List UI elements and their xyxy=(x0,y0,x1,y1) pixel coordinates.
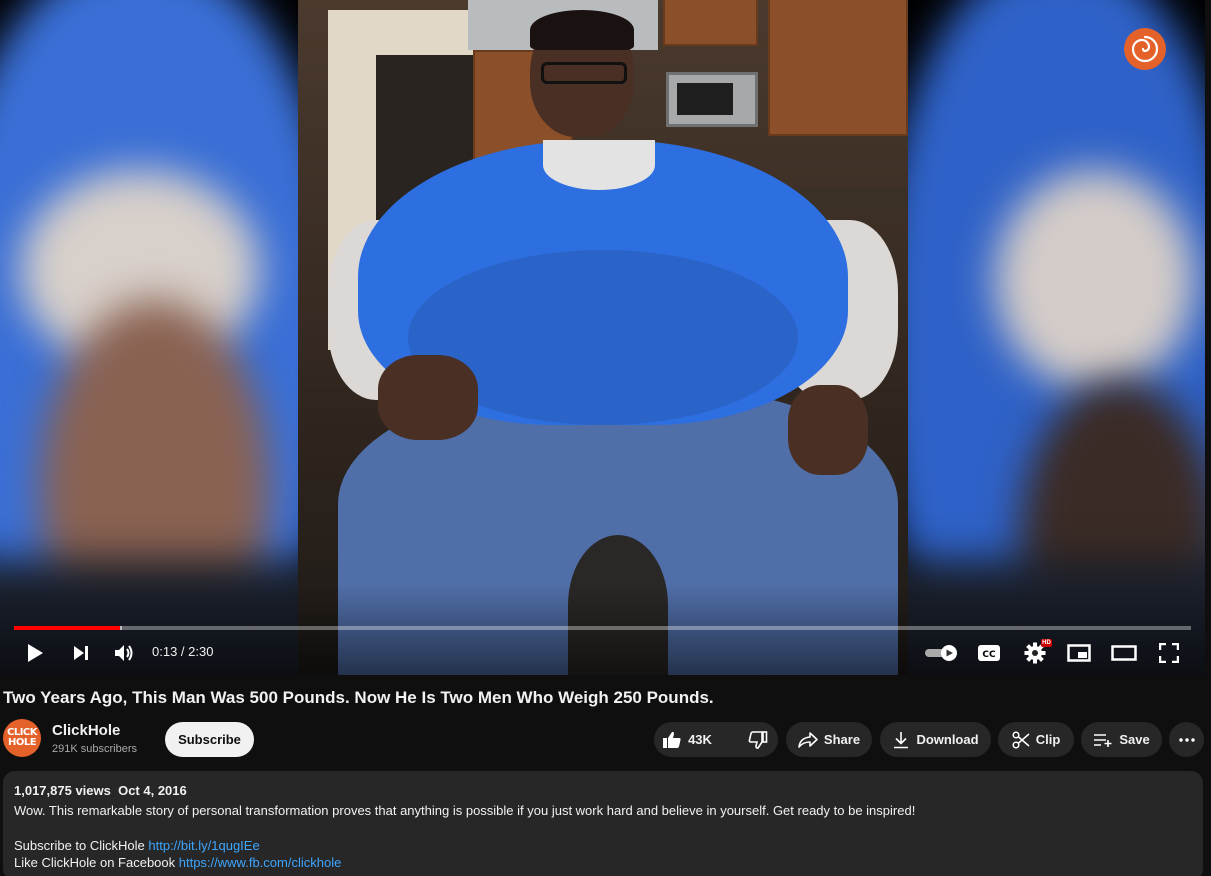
play-icon xyxy=(28,644,43,662)
upload-date: Oct 4, 2016 xyxy=(118,783,187,798)
avatar-text-line2: HOLE xyxy=(7,737,37,748)
playlist-add-icon xyxy=(1094,733,1112,747)
thumbs-down-icon xyxy=(748,730,768,749)
more-actions-button[interactable] xyxy=(1169,722,1204,757)
miniplayer-icon xyxy=(1067,644,1091,662)
clip-button[interactable]: Clip xyxy=(998,722,1074,757)
more-horizontal-icon xyxy=(1178,737,1195,742)
subscribe-promo-line: Subscribe to ClickHole http://bit.ly/1qu… xyxy=(14,838,1192,853)
download-button[interactable]: Download xyxy=(880,722,991,757)
description-box[interactable]: 1,017,875 views Oct 4, 2016 Wow. This re… xyxy=(3,771,1203,876)
facebook-promo-label: Like ClickHole on Facebook xyxy=(14,855,179,870)
subscribe-promo-label: Subscribe to ClickHole xyxy=(14,838,149,853)
subscribe-promo-link[interactable]: http://bit.ly/1qugIEe xyxy=(148,838,259,853)
fullscreen-icon xyxy=(1159,643,1179,663)
like-button[interactable]: 43K xyxy=(652,722,724,757)
autoplay-toggle-icon xyxy=(925,645,957,661)
duration: 2:30 xyxy=(188,644,214,659)
share-label: Share xyxy=(823,732,861,747)
time-separator: / xyxy=(177,644,189,659)
view-count: 1,017,875 views xyxy=(14,783,111,798)
video-frame xyxy=(298,0,908,675)
download-label: Download xyxy=(916,732,979,747)
current-time: 0:13 xyxy=(152,644,178,659)
cc-icon: CC xyxy=(978,645,1000,661)
channel-watermark-icon[interactable] xyxy=(1124,28,1166,70)
scissors-icon xyxy=(1012,730,1030,749)
subscribe-button[interactable]: Subscribe xyxy=(165,722,254,757)
svg-text:CC: CC xyxy=(982,650,996,660)
subtitles-button[interactable]: CC xyxy=(972,636,1006,670)
clip-label: Clip xyxy=(1035,732,1061,747)
theater-mode-button[interactable] xyxy=(1107,636,1141,670)
facebook-promo-line: Like ClickHole on Facebook https://www.f… xyxy=(14,855,1192,870)
autoplay-toggle[interactable] xyxy=(922,636,960,670)
dislike-button[interactable] xyxy=(736,722,780,757)
progress-played xyxy=(14,626,120,630)
subscriber-count: 291K subscribers xyxy=(52,743,137,755)
share-icon xyxy=(798,731,818,748)
thumbs-up-icon xyxy=(663,731,681,748)
like-count: 43K xyxy=(688,732,712,747)
next-icon xyxy=(74,646,88,660)
download-icon xyxy=(894,731,909,748)
like-dislike-group: 43K xyxy=(654,722,778,757)
progress-bar[interactable] xyxy=(14,626,1191,630)
facebook-promo-link[interactable]: https://www.fb.com/clickhole xyxy=(179,855,342,870)
video-stats: 1,017,875 views Oct 4, 2016 xyxy=(14,783,1192,798)
channel-avatar[interactable]: CLICK HOLE xyxy=(3,719,41,757)
hd-badge: HD xyxy=(1041,639,1052,647)
fullscreen-button[interactable] xyxy=(1152,636,1186,670)
save-label: Save xyxy=(1119,732,1150,747)
miniplayer-button[interactable] xyxy=(1062,636,1096,670)
theater-icon xyxy=(1111,645,1137,661)
volume-button[interactable] xyxy=(107,636,141,670)
time-display: 0:13 / 2:30 xyxy=(152,644,213,659)
video-title: Two Years Ago, This Man Was 500 Pounds. … xyxy=(3,688,714,707)
next-button[interactable] xyxy=(64,636,98,670)
volume-icon xyxy=(115,645,133,661)
share-button[interactable]: Share xyxy=(786,722,872,757)
description-text: Wow. This remarkable story of personal t… xyxy=(14,803,916,818)
play-button[interactable] xyxy=(18,636,52,670)
video-player[interactable]: 0:13 / 2:30 CC HD xyxy=(0,0,1205,675)
channel-name[interactable]: ClickHole xyxy=(52,722,120,739)
save-button[interactable]: Save xyxy=(1081,722,1162,757)
